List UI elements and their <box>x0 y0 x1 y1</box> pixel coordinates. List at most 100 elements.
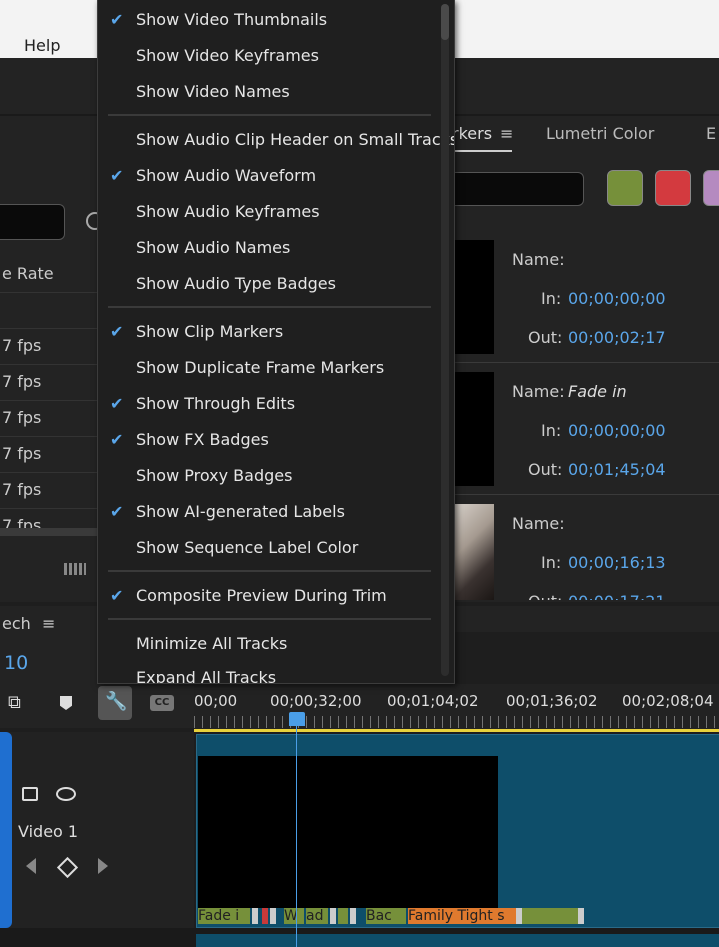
frame-rate-column-header[interactable]: e Rate <box>2 264 54 283</box>
previous-keyframe-icon[interactable] <box>26 858 36 874</box>
ruler-label: 00;01;36;02 <box>506 692 598 710</box>
menu-item-show-audio-names[interactable]: Show Audio Names <box>136 238 290 257</box>
marker-name-value[interactable]: Fade in <box>568 382 627 401</box>
checkmark-icon: ✔ <box>110 586 124 605</box>
timeline-menu-icon[interactable]: ≡ <box>42 614 55 633</box>
menu-separator <box>108 618 431 620</box>
fps-cell: 7 fps <box>2 480 42 499</box>
menu-item-show-duplicate-frame-markers[interactable]: Show Duplicate Frame Markers <box>136 358 384 377</box>
menu-scrollbar-thumb[interactable] <box>441 4 449 40</box>
timeline-display-settings-menu: ✔ Show Video Thumbnails Show Video Keyfr… <box>97 0 455 684</box>
menu-item-expand-all-tracks[interactable]: Expand All Tracks <box>136 668 276 683</box>
clip-marker-label[interactable]: Family Tight s <box>408 908 516 924</box>
marker-out-label: Out: <box>528 328 563 347</box>
markers-menu-icon[interactable]: ≡ <box>500 124 513 143</box>
ruler-label: 00;02;08;04 <box>622 692 714 710</box>
captions-icon[interactable]: CC <box>150 695 174 711</box>
clip-marker[interactable] <box>522 908 578 924</box>
marker-thumbnail[interactable] <box>452 504 494 600</box>
menu-item-show-clip-markers[interactable]: Show Clip Markers <box>136 322 283 341</box>
project-search-input[interactable] <box>0 204 65 240</box>
marker-in-label: In: <box>541 289 562 308</box>
through-edit-marker <box>330 908 336 924</box>
timecode-display[interactable]: 10 <box>4 652 28 674</box>
through-edit-marker <box>252 908 258 924</box>
menu-item-show-audio-waveform[interactable]: Show Audio Waveform <box>136 166 316 185</box>
divider <box>0 436 98 437</box>
marker-out-value[interactable]: 00;00;02;17 <box>568 328 666 347</box>
sequence-tab[interactable]: ech <box>2 614 31 633</box>
menu-item-show-proxy-badges[interactable]: Show Proxy Badges <box>136 466 292 485</box>
freeform-view-icon[interactable] <box>64 563 86 575</box>
marker-out-label: Out: <box>528 592 562 600</box>
tab-markers[interactable]: rkers <box>452 124 492 143</box>
tab-lumetri-color[interactable]: Lumetri Color <box>546 124 654 143</box>
checkmark-icon: ✔ <box>110 10 124 29</box>
track-target-indicator[interactable] <box>0 732 12 928</box>
markers-search-input[interactable] <box>444 172 584 206</box>
divider <box>0 328 98 329</box>
menu-item-show-audio-clip-header[interactable]: Show Audio Clip Header on Small Tracks <box>136 130 454 149</box>
menu-item-minimize-all-tracks[interactable]: Minimize All Tracks <box>136 634 287 653</box>
insert-sequence-icon[interactable]: ⧉ <box>8 692 21 713</box>
marker-thumbnail[interactable] <box>452 372 494 486</box>
menu-help[interactable]: Help <box>24 36 60 55</box>
divider <box>440 362 719 363</box>
clip-marker[interactable] <box>338 908 348 924</box>
checkmark-icon: ✔ <box>110 394 124 413</box>
menu-item-show-ai-generated-labels[interactable]: Show AI-generated Labels <box>136 502 345 521</box>
playhead-handle[interactable] <box>289 712 305 726</box>
menu-item-show-fx-badges[interactable]: Show FX Badges <box>136 430 269 449</box>
clip-next-track[interactable] <box>196 934 719 947</box>
clip-marker-label[interactable]: W <box>284 908 304 924</box>
divider <box>0 292 98 293</box>
marker-in-value[interactable]: 00;00;16;13 <box>568 553 666 572</box>
clip-marker-red[interactable] <box>262 908 268 924</box>
menu-item-show-video-thumbnails[interactable]: Show Video Thumbnails <box>136 10 327 29</box>
menu-separator <box>108 306 431 308</box>
checkmark-icon: ✔ <box>110 502 124 521</box>
marker-in-value[interactable]: 00;00;00;00 <box>568 289 666 308</box>
next-keyframe-icon[interactable] <box>98 858 108 874</box>
divider <box>440 494 719 495</box>
clip-marker-label[interactable]: Bac <box>366 908 406 924</box>
color-filter-red[interactable] <box>655 170 691 206</box>
marker-thumbnail[interactable] <box>452 240 494 354</box>
menu-item-show-sequence-label-color[interactable]: Show Sequence Label Color <box>136 538 358 557</box>
eye-icon[interactable] <box>56 787 76 801</box>
marker-in-label: In: <box>541 553 562 572</box>
fps-cell: 7 fps <box>2 516 42 528</box>
work-area-bar[interactable] <box>194 729 719 732</box>
color-filter-green[interactable] <box>607 170 643 206</box>
clip-marker-label[interactable]: Fade i <box>198 908 250 924</box>
divider <box>0 400 98 401</box>
menu-scrollbar-track[interactable] <box>441 4 449 676</box>
marker-out-value[interactable]: 00;01;45;04 <box>568 460 666 479</box>
marker-name-label: Name: <box>512 250 565 269</box>
menu-item-composite-preview-during-trim[interactable]: Composite Preview During Trim <box>136 586 387 605</box>
menu-item-show-through-edits[interactable]: Show Through Edits <box>136 394 295 413</box>
divider <box>0 364 98 365</box>
marker-out-row: Out: 00;00;17;21 <box>440 590 719 600</box>
menu-item-show-video-keyframes[interactable]: Show Video Keyframes <box>136 46 319 65</box>
divider <box>0 508 98 509</box>
tab-overflow[interactable]: E <box>706 124 716 143</box>
marker-in-label: In: <box>541 421 562 440</box>
color-filter-purple[interactable] <box>703 170 719 206</box>
clip-thumbnail <box>198 756 498 908</box>
marker-out-value[interactable]: 00;00;17;21 <box>568 592 666 600</box>
menu-item-show-video-names[interactable]: Show Video Names <box>136 82 290 101</box>
fps-cell: 7 fps <box>2 336 42 355</box>
marker-in-value[interactable]: 00;00;00;00 <box>568 421 666 440</box>
clip-marker-label[interactable]: ad <box>306 908 328 924</box>
menu-item-show-audio-type-badges[interactable]: Show Audio Type Badges <box>136 274 336 293</box>
marker-out-label: Out: <box>528 460 563 479</box>
menu-item-show-audio-keyframes[interactable]: Show Audio Keyframes <box>136 202 320 221</box>
sync-lock-icon[interactable] <box>22 787 38 801</box>
ruler-label: 00;00 <box>194 692 238 710</box>
divider <box>0 472 98 473</box>
horizontal-scrollbar[interactable] <box>0 528 98 536</box>
through-edit-marker <box>350 908 356 924</box>
ruler-label: 00;00;32;00 <box>270 692 362 710</box>
playhead-line <box>296 712 297 947</box>
